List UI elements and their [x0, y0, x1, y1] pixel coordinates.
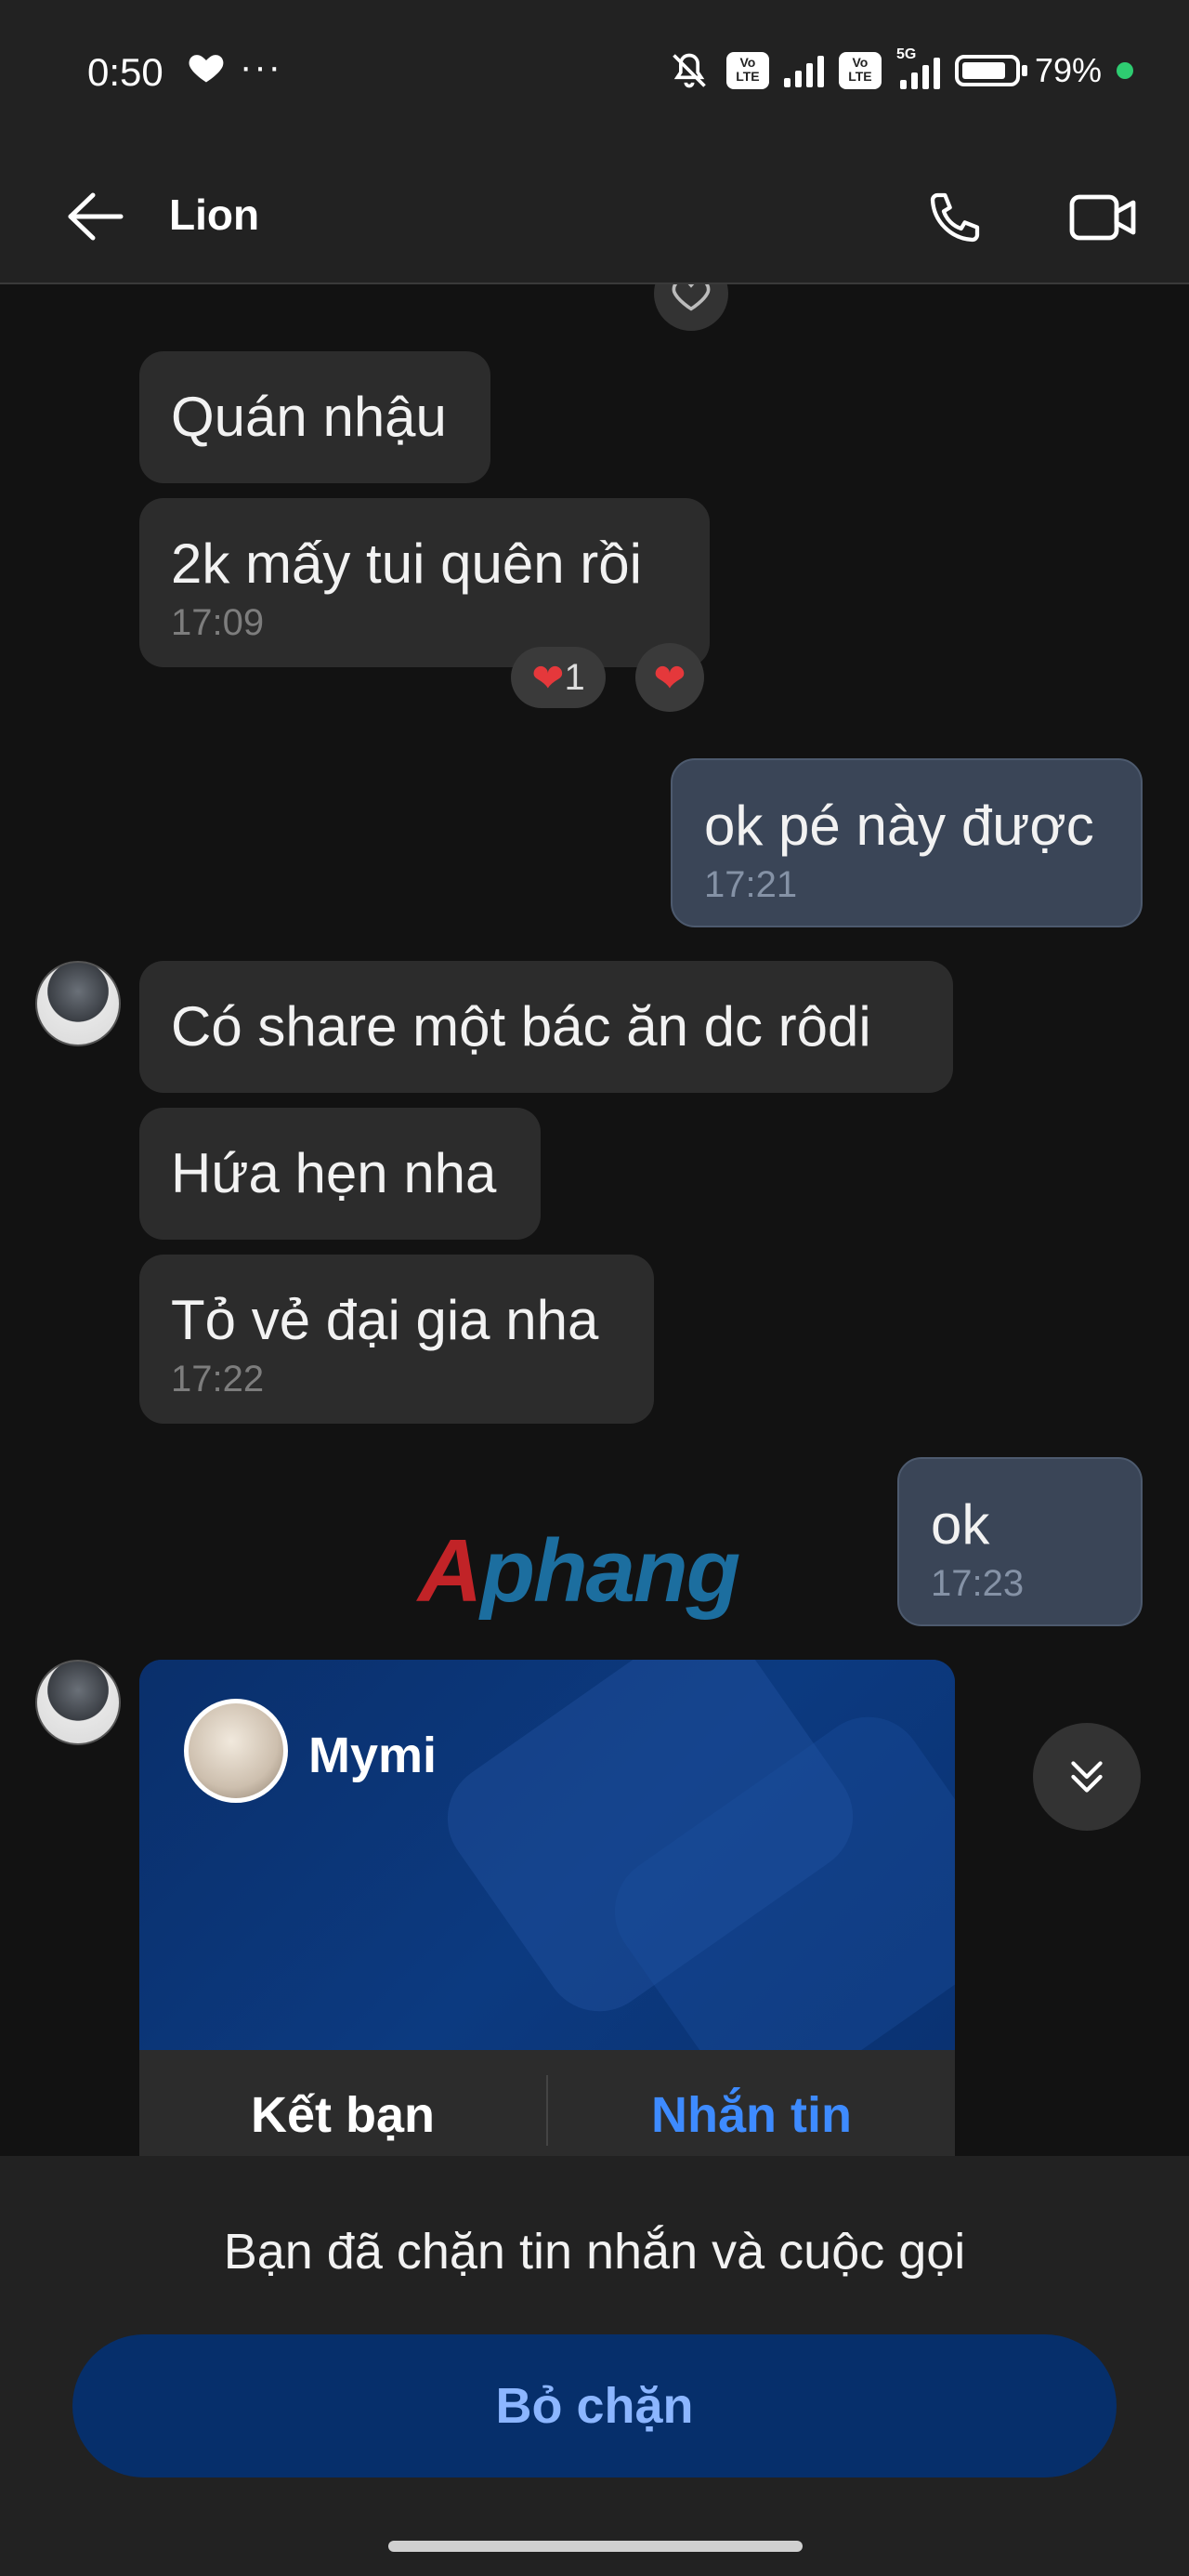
- unblock-button[interactable]: Bỏ chặn: [72, 2334, 1117, 2477]
- heart-filled-icon: ❤: [653, 655, 686, 700]
- send-message-button[interactable]: Nhắn tin: [548, 2050, 955, 2156]
- sender-avatar[interactable]: [35, 961, 121, 1046]
- sender-avatar[interactable]: [35, 1660, 121, 1745]
- battery-percent: 79%: [1034, 51, 1102, 89]
- watermark-part-blue: phang: [480, 1521, 740, 1621]
- status-icons: Vo LTE Vo LTE 5G 79%: [667, 46, 1133, 91]
- message-time: 17:22: [171, 1359, 265, 1400]
- phone-call-icon[interactable]: [925, 188, 985, 247]
- reaction-count-pill[interactable]: ❤ 1: [511, 647, 606, 708]
- message-text: Quán nhậu: [171, 386, 447, 448]
- watermark-logo: Aphang: [418, 1520, 740, 1623]
- chat-header: Lion: [0, 149, 1189, 284]
- message-text: Hứa hẹn nha: [171, 1142, 497, 1204]
- message-text: Tỏ vẻ đại gia nha: [171, 1289, 599, 1351]
- message-bubble-outgoing[interactable]: ok pé này được 17:21: [671, 758, 1143, 927]
- heart-reaction-icon: ❤: [531, 655, 565, 700]
- status-time: 0:50: [87, 50, 163, 94]
- chat-screen: 0:50 ··· Vo LTE Vo LTE 5G 79% Lion Quán …: [0, 0, 1189, 2576]
- heart-outline-icon: [672, 284, 711, 311]
- signal-icon-1: [783, 54, 824, 87]
- message-bubble[interactable]: Hứa hẹn nha: [139, 1108, 541, 1240]
- watermark-part-red: A: [418, 1521, 482, 1621]
- home-indicator[interactable]: [388, 2541, 803, 2552]
- reaction-count: 1: [564, 656, 585, 698]
- scroll-to-bottom-button[interactable]: [1033, 1723, 1141, 1831]
- contact-name[interactable]: Lion: [169, 190, 259, 240]
- privacy-indicator-dot: [1117, 62, 1133, 79]
- add-friend-button[interactable]: Kết bạn: [139, 2050, 546, 2156]
- volte-icon-1: Vo LTE: [725, 52, 769, 89]
- message-bubble[interactable]: Tỏ vẻ đại gia nha 17:22: [139, 1255, 654, 1424]
- back-arrow-icon[interactable]: [65, 191, 124, 242]
- blocked-footer: Bạn đã chặn tin nhắn và cuộc gọi Bỏ chặn: [0, 2156, 1189, 2576]
- signal-5g-icon: 5G: [896, 46, 940, 89]
- message-list[interactable]: Quán nhậu 2k mấy tui quên rồi 17:09 ❤ 1 …: [0, 284, 1189, 2156]
- more-notifications-icon: ···: [240, 46, 282, 87]
- card-avatar[interactable]: [184, 1699, 288, 1803]
- message-text: Có share một bác ăn dc rôdi: [171, 995, 871, 1058]
- battery-icon: [954, 55, 1027, 86]
- message-text: 2k mấy tui quên rồi: [171, 532, 642, 595]
- contact-card[interactable]: Mymi Kết bạn Nhắn tin: [139, 1660, 955, 2156]
- add-heart-reaction-button[interactable]: ❤: [635, 643, 704, 712]
- volte-icon-2: Vo LTE: [838, 52, 882, 89]
- video-call-icon[interactable]: [1068, 190, 1139, 245]
- message-time: 17:23: [931, 1563, 1025, 1604]
- card-actions: Kết bạn Nhắn tin: [139, 2050, 955, 2156]
- card-contact-name[interactable]: Mymi: [308, 1727, 437, 1784]
- heart-icon: [189, 55, 224, 83]
- message-time: 17:09: [171, 602, 265, 643]
- message-bubble[interactable]: 2k mấy tui quên rồi 17:09: [139, 498, 710, 667]
- status-bar: 0:50 ··· Vo LTE Vo LTE 5G 79%: [0, 0, 1189, 149]
- message-text: ok: [931, 1493, 990, 1556]
- mute-bell-icon: [673, 53, 706, 88]
- network-type-label: 5G: [895, 46, 917, 62]
- message-text: ok pé này được: [704, 795, 1094, 857]
- double-chevron-down-icon: [1071, 1761, 1103, 1793]
- blocked-notice: Bạn đã chặn tin nhắn và cuộc gọi: [223, 2224, 966, 2280]
- message-bubble[interactable]: Có share một bác ăn dc rôdi: [139, 961, 953, 1093]
- message-time: 17:21: [704, 864, 798, 905]
- react-heart-button[interactable]: [654, 284, 728, 331]
- message-bubble[interactable]: Quán nhậu: [139, 351, 490, 483]
- message-bubble-outgoing[interactable]: ok 17:23: [897, 1457, 1143, 1626]
